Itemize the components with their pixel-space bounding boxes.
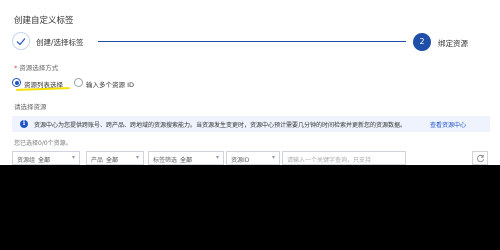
search-placeholder: 请输入一个关键字查询，只支持: [287, 157, 372, 164]
filter-value: 全部: [180, 157, 193, 164]
select-resource-label: 请选择资源: [14, 103, 47, 111]
resource-id-select[interactable]: 资源ID ▾: [226, 151, 280, 165]
chevron-down-icon: ▾: [215, 154, 219, 161]
chevron-down-icon: ▾: [271, 154, 275, 161]
chevron-down-icon: ▾: [71, 154, 75, 161]
step-1-done-indicator: [12, 32, 30, 50]
filter-value: 全部: [106, 157, 119, 164]
view-resource-center-link[interactable]: 查看资源中心: [430, 120, 466, 129]
radio-resource-list[interactable]: [12, 78, 21, 87]
highlight-annotation: [15, 87, 71, 91]
dialog-title: 创建自定义标签: [14, 16, 74, 26]
selection-method-label: * 资源选择方式: [14, 64, 59, 72]
refresh-button[interactable]: [472, 151, 488, 165]
info-text: 资源中心为您提供跨账号、跨产品、跨地域的资源搜索能力。当资源发生变更时，资源中心…: [34, 122, 407, 129]
tag-filter[interactable]: 标签筛选 全部 ▾: [148, 151, 224, 165]
check-icon: [16, 38, 26, 46]
step-1-label: 创建/选择标签: [36, 38, 84, 47]
resource-group-filter[interactable]: 资源组 全部 ▾: [12, 151, 80, 165]
required-mark: *: [14, 64, 18, 72]
filter-label: 资源组: [17, 157, 36, 164]
step-connector: [98, 41, 406, 42]
radio-multiple-ids[interactable]: [74, 78, 83, 87]
filter-label: 资源ID: [231, 157, 250, 164]
filter-label: 产品: [91, 157, 104, 164]
step-2-label: 绑定资源: [438, 39, 468, 48]
info-icon: i: [20, 120, 28, 128]
radio-multiple-ids-label[interactable]: 输入多个资源 ID: [86, 79, 134, 89]
info-banner: i 资源中心为您提供跨账号、跨产品、跨地域的资源搜索能力。当资源发生变更时，资源…: [12, 116, 490, 132]
filter-label: 标签筛选: [153, 157, 178, 164]
refresh-icon: [477, 154, 485, 163]
chevron-down-icon: ▾: [135, 154, 139, 161]
filter-value: 全部: [38, 157, 51, 164]
selected-count: 您已选择0/0个资源。: [14, 140, 72, 147]
keyword-search-input[interactable]: 请输入一个关键字查询，只支持: [282, 151, 406, 165]
product-filter[interactable]: 产品 全部 ▾: [86, 151, 144, 165]
obscured-area: [0, 165, 500, 250]
step-2-indicator: 2: [413, 33, 431, 51]
bind-resource-dialog: 创建自定义标签 创建/选择标签 2 绑定资源 * 资源选择方式 资源列表选择 输入…: [0, 0, 500, 165]
